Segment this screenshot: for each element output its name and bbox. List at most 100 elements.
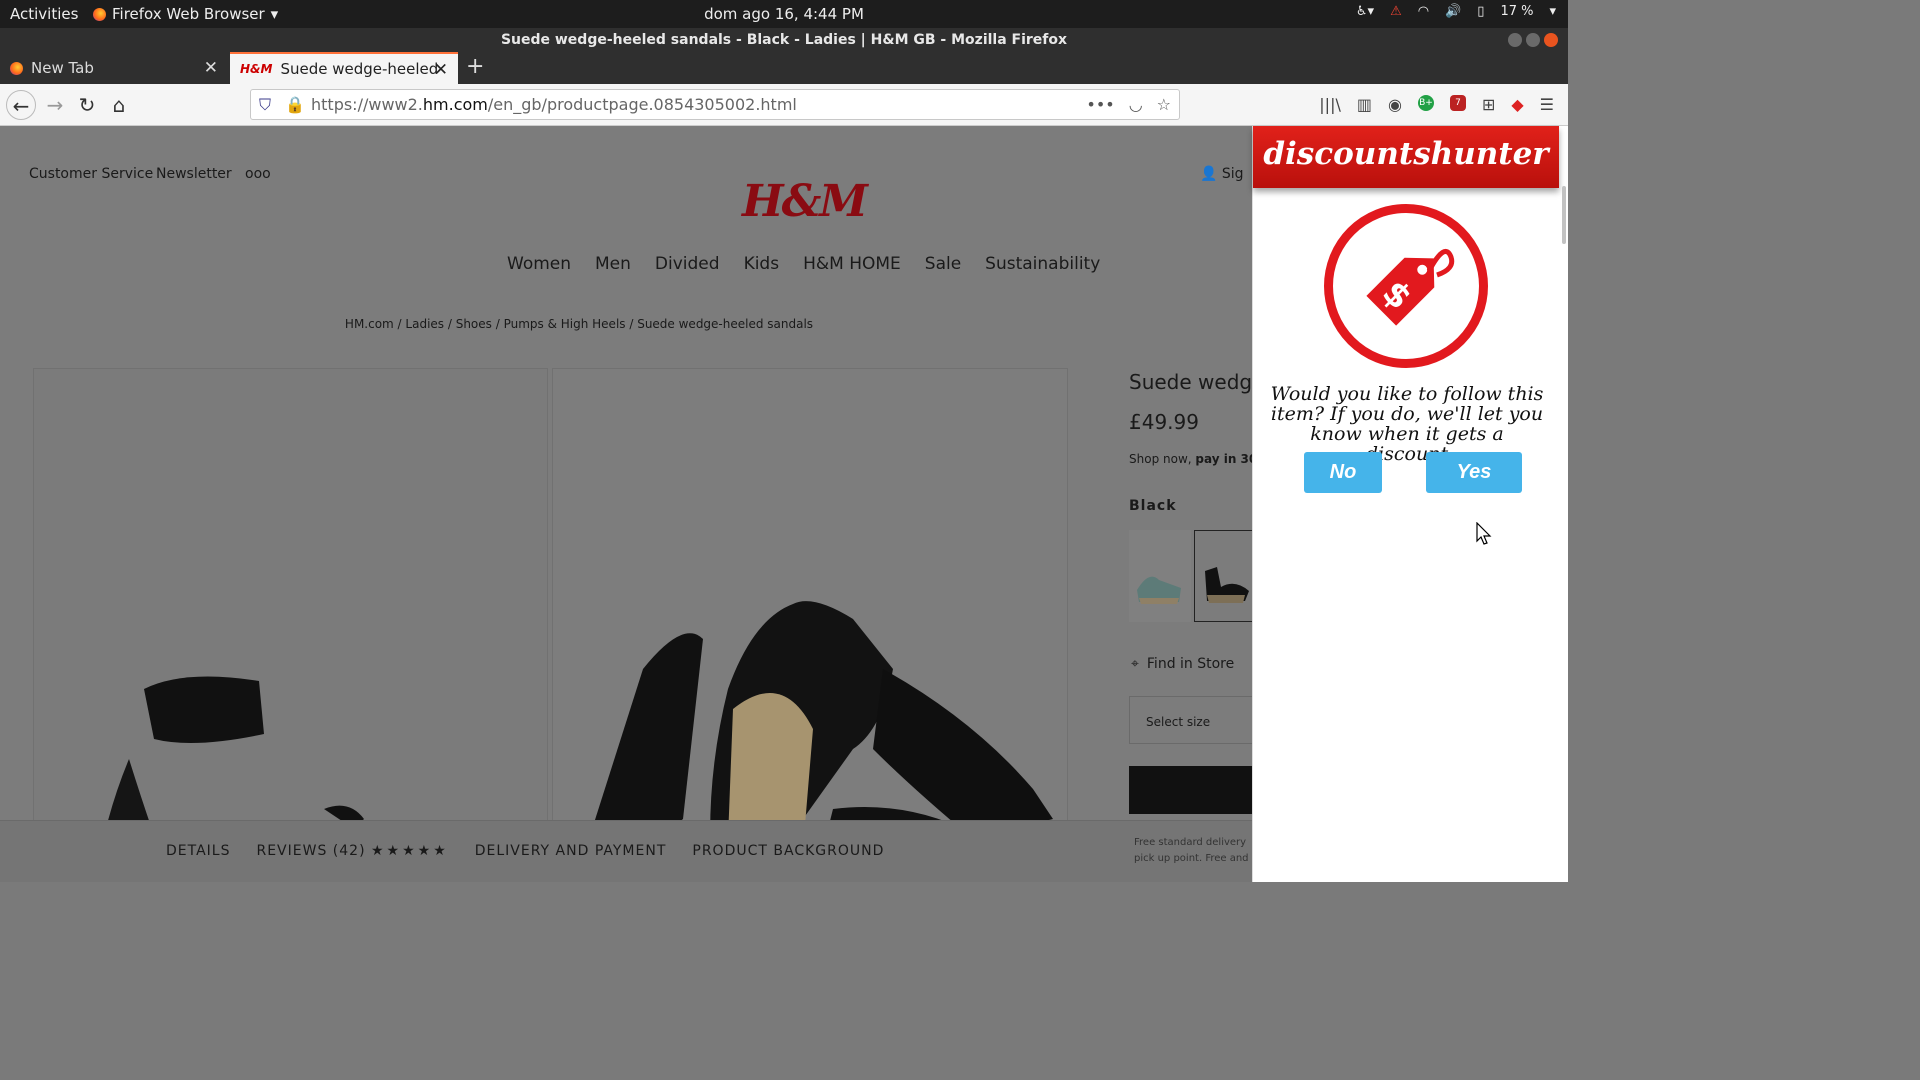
window-title: Suede wedge-heeled sandals - Black - Lad… [500,32,1068,48]
sidebar-icon[interactable]: ▥ [1357,95,1372,114]
product-image-1[interactable] [33,368,548,882]
hm-logo[interactable]: H&M [742,176,868,227]
nav-men[interactable]: Men [595,254,631,274]
home-button[interactable]: ⌂ [104,90,134,120]
no-button[interactable]: No [1304,452,1382,493]
ublock-icon[interactable]: 7 [1449,95,1466,111]
main-navigation: Women Men Divided Kids H&M HOME Sale Sus… [507,254,1100,274]
system-tray[interactable]: ♿▾ ⚠ ◠ 🔊 ▯ 17 % ▾ [1356,4,1556,19]
breadcrumb[interactable]: HM.com / Ladies / Shoes / Pumps & High H… [0,317,1158,331]
find-in-store-label: Find in Store [1146,656,1235,672]
color-swatch-blue[interactable] [1129,530,1191,622]
wedge-sandals-illustration [575,601,1053,882]
navigation-toolbar: ← → ↻ ⌂ ⛉ 🔒 https://www2.hm.com/en_gb/pr… [0,84,1568,126]
sign-in-label: Sig [1221,166,1244,182]
bookmark-star-icon[interactable]: ☆ [1157,90,1171,119]
find-in-store-link[interactable]: ⌖ Find in Store [1131,656,1234,672]
discount-tag-emblem: $ [1324,204,1488,368]
reload-button[interactable]: ↻ [72,90,102,120]
new-tab-button[interactable]: + [466,54,484,79]
free-delivery-note: Free standard delivery pick up point. Fr… [1134,835,1249,867]
blue-sandal-thumbnail [1137,576,1181,604]
volume-icon: 🔊 [1445,4,1462,19]
nav-divided[interactable]: Divided [655,254,720,274]
price-tag-icon: $ [1366,249,1455,326]
more-links-icon[interactable]: ooo [245,166,271,182]
account-icon[interactable]: ◉ [1388,95,1402,114]
tab-bar: New Tab ✕ H&M Suede wedge-heeled sandals… [0,52,1568,84]
tab-details[interactable]: DETAILS [166,843,230,859]
product-price: £49.99 [1129,410,1199,434]
add-to-bag-button[interactable] [1129,766,1252,814]
tab-label: Suede wedge-heeled sandals - Black - Lad… [280,60,440,78]
hm-favicon-icon: H&M [240,62,273,76]
close-tab-icon[interactable]: ✕ [434,60,448,80]
chevron-down-icon: ▾ [1549,4,1556,19]
clock[interactable]: dom ago 16, 4:44 PM [0,5,1568,23]
location-pin-icon: ⌖ [1131,656,1139,672]
newsletter-link[interactable]: Newsletter [156,166,232,182]
nav-kids[interactable]: Kids [744,254,780,274]
tab-reviews[interactable]: REVIEWS (42) ★★★★★ [256,843,448,859]
discountshunter-panel: discountshunter $ Would you like to foll… [1252,126,1568,882]
black-sandal-thumbnail [1205,567,1249,603]
nav-women[interactable]: Women [507,254,571,274]
product-image-2[interactable] [552,368,1068,882]
wifi-icon: ◠ [1417,4,1430,19]
minimize-button[interactable] [1508,33,1522,47]
close-tab-icon[interactable]: ✕ [204,58,218,78]
forward-button[interactable]: → [40,90,70,120]
color-label: Black [1129,498,1177,514]
tab-delivery[interactable]: DELIVERY AND PAYMENT [475,843,667,859]
color-swatch-black[interactable] [1194,530,1252,622]
warning-icon[interactable]: ⚠ [1390,4,1402,19]
nav-hm-home[interactable]: H&M HOME [803,254,901,274]
product-title: Suede wedge [1129,370,1252,394]
nav-sustainability[interactable]: Sustainability [985,254,1100,274]
tab-label: New Tab [31,59,94,77]
discountshunter-tag-icon[interactable]: ◆ [1511,95,1523,114]
menu-icon[interactable]: ☰ [1540,95,1554,114]
library-icon[interactable]: |||\ [1319,95,1341,114]
window-controls [1508,33,1558,47]
lock-icon[interactable]: 🔒 [285,90,305,119]
window-title-bar: Suede wedge-heeled sandals - Black - Lad… [0,28,1568,52]
panel-scrollbar[interactable] [1562,186,1566,244]
sandal-strap-illustration [95,676,364,882]
battery-icon: ▯ [1477,4,1485,19]
extension-b-plus-icon[interactable]: B+ [1417,95,1434,111]
klarna-note: Shop now, pay in 30 d [1129,452,1252,466]
page-actions-icon[interactable]: ••• [1086,90,1114,119]
klarna-prefix: Shop now, [1129,452,1196,466]
maximize-button[interactable] [1526,33,1540,47]
tab-new-tab[interactable]: New Tab ✕ [0,52,228,84]
tracking-shield-icon[interactable]: ⛉ [259,90,271,119]
yes-button[interactable]: Yes [1426,452,1522,493]
battery-level: 17 % [1500,4,1534,19]
back-button[interactable]: ← [6,90,36,120]
web-page: Customer Service Newsletter ooo 👤 Sig H&… [0,126,1252,882]
url-bar[interactable]: ⛉ 🔒 https://www2.hm.com/en_gb/productpag… [250,89,1180,120]
tab-product-page[interactable]: H&M Suede wedge-heeled sandals - Black -… [230,52,458,84]
url-text[interactable]: https://www2.hm.com/en_gb/productpage.08… [311,95,797,114]
free-delivery-line-2: pick up point. Free and [1134,853,1249,864]
system-top-bar: Activities Firefox Web Browser ▾ dom ago… [0,0,1568,28]
product-info-tabs: DETAILS REVIEWS (42) ★★★★★ DELIVERY AND … [0,820,1252,882]
select-size-dropdown[interactable]: Select size [1129,696,1252,744]
firefox-icon [10,61,23,75]
user-icon: 👤 [1200,166,1218,182]
accessibility-icon[interactable]: ♿▾ [1356,4,1374,19]
nav-sale[interactable]: Sale [925,254,961,274]
free-delivery-line-1: Free standard delivery [1134,837,1247,848]
sign-in-link[interactable]: 👤 Sig [1200,166,1244,182]
close-window-button[interactable] [1544,33,1558,47]
reviews-label: REVIEWS (42) [256,843,366,859]
pocket-icon[interactable]: ◡ [1129,90,1143,119]
customer-service-link[interactable]: Customer Service [29,166,153,182]
mouse-pointer-icon [1476,522,1492,545]
tab-product-background[interactable]: PRODUCT BACKGROUND [692,843,884,859]
discountshunter-banner: discountshunter [1253,126,1559,188]
extension-grid-icon[interactable]: ⊞ [1482,95,1495,114]
rating-stars: ★★★★★ [370,843,449,859]
klarna-bold: pay in 30 d [1195,452,1252,466]
